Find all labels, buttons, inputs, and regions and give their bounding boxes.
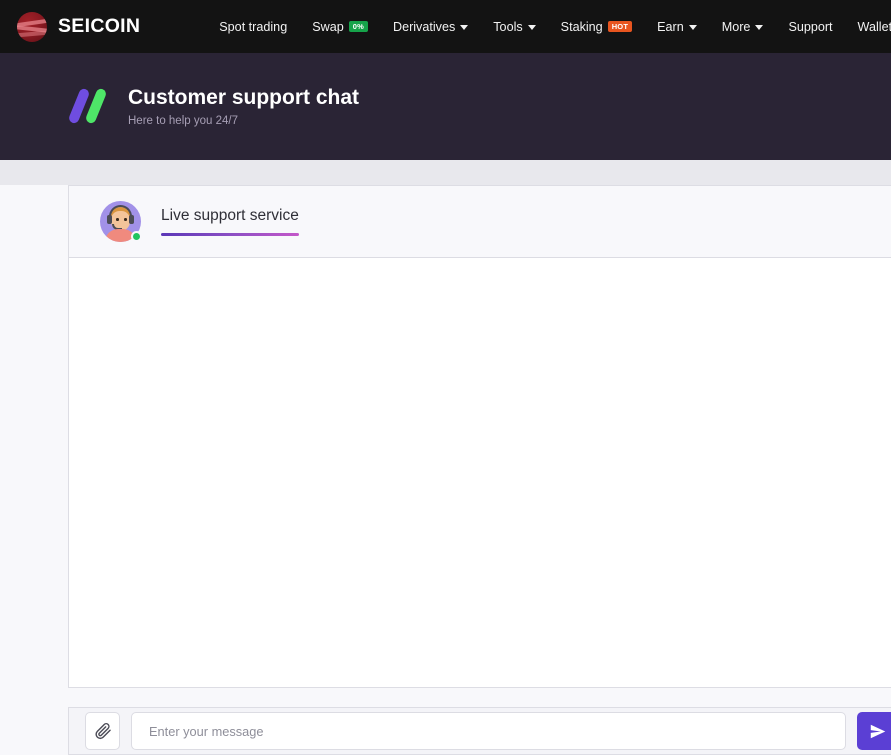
agent-name-label: Live support service (161, 207, 299, 225)
send-message-button[interactable] (857, 712, 891, 750)
nav-item-spot-trading[interactable]: Spot trading (219, 20, 287, 34)
nav-label: Tools (493, 19, 523, 34)
nav-label: Staking (560, 19, 603, 34)
chevron-down-icon (527, 25, 536, 30)
page-title: Customer support chat (128, 86, 360, 110)
nav-label: Derivatives (392, 19, 456, 34)
message-composer (68, 707, 891, 755)
chat-header: Live support service (69, 186, 891, 258)
chevron-down-icon (755, 25, 764, 30)
paperclip-icon (94, 722, 111, 740)
send-icon (870, 724, 885, 738)
nav-item-swap[interactable]: Swap 0% (312, 20, 368, 34)
section-divider-strip (0, 160, 891, 185)
nav-item-earn[interactable]: Earn (657, 20, 697, 34)
chat-bars-icon (67, 86, 112, 126)
avatar (100, 201, 142, 242)
chat-panel: Live support service (68, 185, 891, 688)
chat-message-list[interactable] (69, 258, 891, 687)
agent-name-underline (161, 232, 299, 236)
nav-item-tools[interactable]: Tools (493, 19, 536, 34)
nav-label: Spot trading (219, 19, 288, 34)
online-status-indicator (131, 231, 142, 242)
staking-hot-badge: HOT (607, 21, 633, 32)
wallet-balance-label: Wallet: 0 USD (857, 19, 891, 34)
chevron-down-icon (688, 25, 697, 30)
chat-stage: Live support service (0, 185, 891, 755)
nav-item-staking[interactable]: Staking HOT (560, 19, 633, 34)
swap-discount-badge: 0% (348, 21, 368, 32)
top-navigation-bar: SEICOIN Spot trading Swap 0% Derivatives… (0, 0, 891, 53)
nav-label: Earn (657, 19, 684, 34)
page-header-banner: Customer support chat Here to help you 2… (0, 53, 891, 160)
banner-content: Customer support chat Here to help you 2… (67, 86, 359, 127)
nav-item-wallet-balance[interactable]: Wallet: 0 USD (858, 20, 891, 34)
main-nav-links: Spot trading Swap 0% Derivatives Tools S… (219, 20, 891, 34)
chevron-down-icon (460, 25, 469, 30)
nav-item-support[interactable]: Support (788, 20, 832, 34)
seicoin-logo-icon (17, 11, 47, 42)
brand-logo-link[interactable]: SEICOIN (17, 11, 141, 42)
nav-label: More (721, 19, 751, 34)
message-input[interactable] (131, 712, 846, 750)
attach-file-button[interactable] (85, 712, 120, 750)
banner-text-group: Customer support chat Here to help you 2… (128, 86, 359, 126)
nav-item-derivatives[interactable]: Derivatives (392, 19, 469, 34)
nav-item-more[interactable]: More (722, 20, 764, 34)
nav-label: Support (788, 19, 833, 34)
nav-label: Swap (312, 19, 344, 34)
agent-name-group: Live support service (161, 207, 299, 236)
page-subtitle: Here to help you 24/7 (128, 114, 238, 127)
brand-name: SEICOIN (58, 15, 141, 37)
